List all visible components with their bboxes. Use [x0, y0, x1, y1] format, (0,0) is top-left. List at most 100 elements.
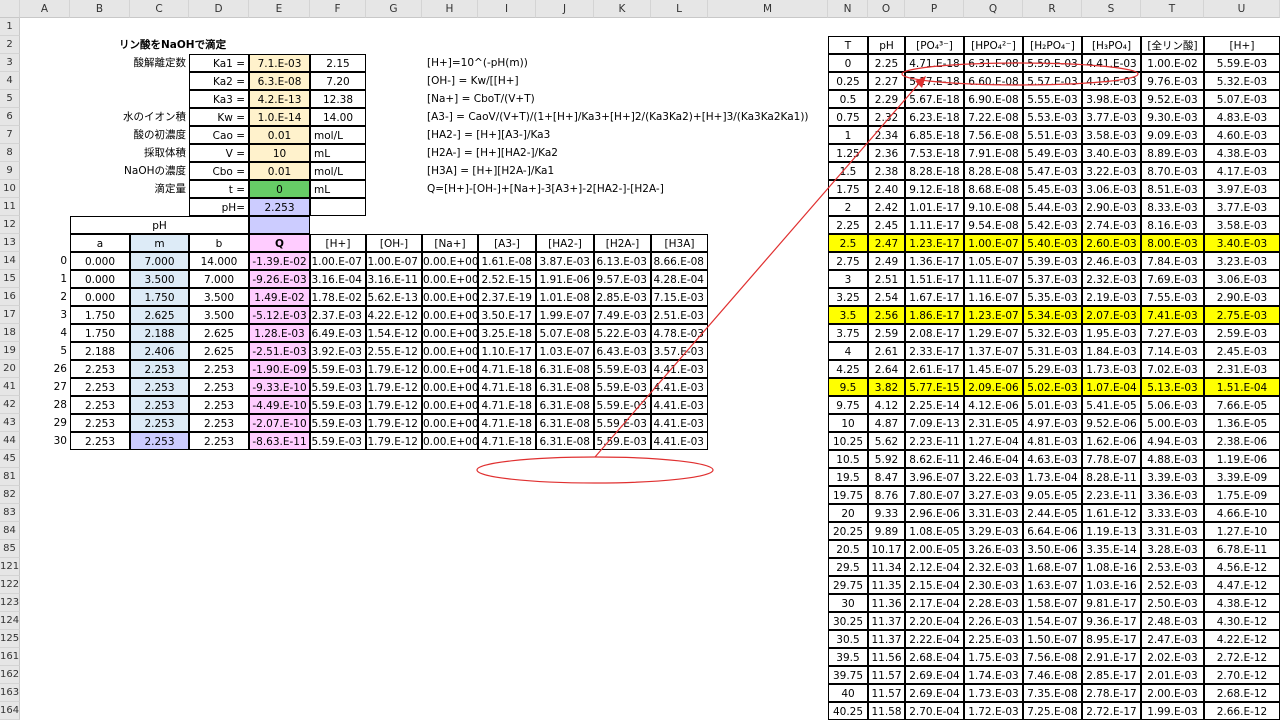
iter-cell[interactable]: 1.750	[130, 288, 189, 306]
iter-cell[interactable]: 5.59.E-03	[310, 360, 366, 378]
result-header[interactable]: [PO₄³⁻]	[905, 36, 964, 54]
iter-cell[interactable]: 1.49.E-02	[249, 288, 310, 306]
result-cell[interactable]: 7.02.E-03	[1141, 360, 1204, 378]
iter-cell[interactable]: -9.33.E-10	[249, 378, 310, 396]
result-cell[interactable]: 8.16.E-03	[1141, 216, 1204, 234]
result-cell[interactable]: 1.84.E-03	[1082, 342, 1141, 360]
result-cell[interactable]: 4.60.E-03	[1204, 126, 1280, 144]
result-cell[interactable]: 4.41.E-03	[1082, 54, 1141, 72]
column-header-C[interactable]: C	[130, 0, 189, 18]
result-cell[interactable]: 4.47.E-12	[1204, 576, 1280, 594]
result-cell[interactable]: 1	[828, 126, 868, 144]
iter-cell[interactable]: 1.61.E-08	[478, 252, 536, 270]
result-cell[interactable]: 2.75.E-03	[1204, 306, 1280, 324]
result-cell[interactable]: 10.17	[868, 540, 905, 558]
row-header-15[interactable]: 15	[0, 270, 20, 288]
result-cell[interactable]: 2.26.E-03	[964, 612, 1023, 630]
column-header-S[interactable]: S	[1082, 0, 1141, 18]
param-value[interactable]: 6.3.E-08	[249, 72, 310, 90]
result-cell[interactable]: 4.81.E-03	[1023, 432, 1082, 450]
result-cell[interactable]: 1.58.E-07	[1023, 594, 1082, 612]
result-cell[interactable]: 5.01.E-03	[1023, 396, 1082, 414]
result-cell[interactable]: 2.07.E-03	[1082, 306, 1141, 324]
iter-cell[interactable]: 1.00.E-07	[366, 252, 422, 270]
result-cell[interactable]: 5.92	[868, 450, 905, 468]
iter-cell[interactable]: 3.500	[189, 288, 249, 306]
iter-cell[interactable]: 4.41.E-03	[651, 360, 708, 378]
column-header-J[interactable]: J	[536, 0, 594, 18]
result-cell[interactable]: 8.68.E-08	[964, 180, 1023, 198]
result-cell[interactable]: 11.37	[868, 612, 905, 630]
result-cell[interactable]: 2.69.E-04	[905, 666, 964, 684]
result-cell[interactable]: 3.25	[828, 288, 868, 306]
result-cell[interactable]: 5.47.E-03	[1023, 162, 1082, 180]
result-cell[interactable]: 1.05.E-07	[964, 252, 1023, 270]
row-header-17[interactable]: 17	[0, 306, 20, 324]
result-cell[interactable]: 5.44.E-03	[1023, 198, 1082, 216]
result-cell[interactable]: 3.26.E-03	[964, 540, 1023, 558]
iter-cell[interactable]: 2.188	[130, 324, 189, 342]
result-cell[interactable]: 5.32.E-03	[1023, 324, 1082, 342]
result-cell[interactable]: 5.17.E-18	[905, 72, 964, 90]
param-extra[interactable]: mol/L	[310, 126, 366, 144]
iter-cell[interactable]: 0.000	[70, 252, 130, 270]
result-cell[interactable]: 1.86.E-17	[905, 306, 964, 324]
result-cell[interactable]: 7.69.E-03	[1141, 270, 1204, 288]
result-cell[interactable]: 1.01.E-17	[905, 198, 964, 216]
iter-cell[interactable]: 2.253	[189, 432, 249, 450]
column-header-P[interactable]: P	[905, 0, 964, 18]
param-extra[interactable]: 2.15	[310, 54, 366, 72]
result-cell[interactable]: 7.84.E-03	[1141, 252, 1204, 270]
result-cell[interactable]: 2.09.E-06	[964, 378, 1023, 396]
iter-header[interactable]: [H2A-]	[594, 234, 651, 252]
result-cell[interactable]: 7.14.E-03	[1141, 342, 1204, 360]
result-cell[interactable]: 2.29	[868, 90, 905, 108]
result-cell[interactable]: 5.06.E-03	[1141, 396, 1204, 414]
result-cell[interactable]: 5.67.E-18	[905, 90, 964, 108]
iter-index[interactable]: 0	[20, 252, 70, 270]
iter-cell[interactable]: 5.59.E-03	[594, 360, 651, 378]
column-header-R[interactable]: R	[1023, 0, 1082, 18]
result-cell[interactable]: 20.25	[828, 522, 868, 540]
row-header-124[interactable]: 124	[0, 612, 20, 630]
result-cell[interactable]: 11.58	[868, 702, 905, 720]
result-cell[interactable]: 3.40.E-03	[1082, 144, 1141, 162]
result-cell[interactable]: 1.68.E-07	[1023, 558, 1082, 576]
iter-cell[interactable]: 6.31.E-08	[536, 396, 594, 414]
iter-index[interactable]: 1	[20, 270, 70, 288]
result-cell[interactable]: 7.46.E-08	[1023, 666, 1082, 684]
result-cell[interactable]: 5.02.E-03	[1023, 378, 1082, 396]
result-cell[interactable]: 3.35.E-14	[1082, 540, 1141, 558]
result-cell[interactable]: 1.73.E-03	[964, 684, 1023, 702]
result-cell[interactable]: 2.01.E-03	[1141, 666, 1204, 684]
result-cell[interactable]: 6.31.E-08	[964, 54, 1023, 72]
result-cell[interactable]: 30.5	[828, 630, 868, 648]
iter-cell[interactable]: 0.00.E+00	[422, 306, 479, 324]
result-cell[interactable]: 11.57	[868, 666, 905, 684]
result-header[interactable]: [H₂PO₄⁻]	[1023, 36, 1082, 54]
result-cell[interactable]: 1.27.E-04	[964, 432, 1023, 450]
row-header-9[interactable]: 9	[0, 162, 20, 180]
result-cell[interactable]: 2.42	[868, 198, 905, 216]
result-cell[interactable]: 4.19.E-03	[1082, 72, 1141, 90]
result-cell[interactable]: 9.52.E-06	[1082, 414, 1141, 432]
result-cell[interactable]: 8.28.E-18	[905, 162, 964, 180]
result-cell[interactable]: 11.37	[868, 630, 905, 648]
formula-text[interactable]: [H2A-] = [H+][HA2-]/Ka2	[424, 144, 834, 162]
iter-cell[interactable]: 2.625	[130, 306, 189, 324]
row-header-163[interactable]: 163	[0, 684, 20, 702]
result-cell[interactable]: 3.22.E-03	[964, 468, 1023, 486]
result-cell[interactable]: 2.70.E-04	[905, 702, 964, 720]
result-cell[interactable]: 2.68.E-12	[1204, 684, 1280, 702]
param-value[interactable]: 10	[249, 144, 310, 162]
row-header-18[interactable]: 18	[0, 324, 20, 342]
result-cell[interactable]: 8.62.E-11	[905, 450, 964, 468]
ph-group-header[interactable]: pH	[70, 216, 249, 234]
result-cell[interactable]: 5.07.E-03	[1204, 90, 1280, 108]
iter-cell[interactable]: 3.50.E-17	[478, 306, 536, 324]
iter-cell[interactable]: 4.41.E-03	[651, 414, 708, 432]
column-header-U[interactable]: U	[1204, 0, 1280, 18]
result-cell[interactable]: 4.66.E-10	[1204, 504, 1280, 522]
param-name[interactable]: Kw =	[189, 108, 249, 126]
result-cell[interactable]: 8.95.E-17	[1082, 630, 1141, 648]
